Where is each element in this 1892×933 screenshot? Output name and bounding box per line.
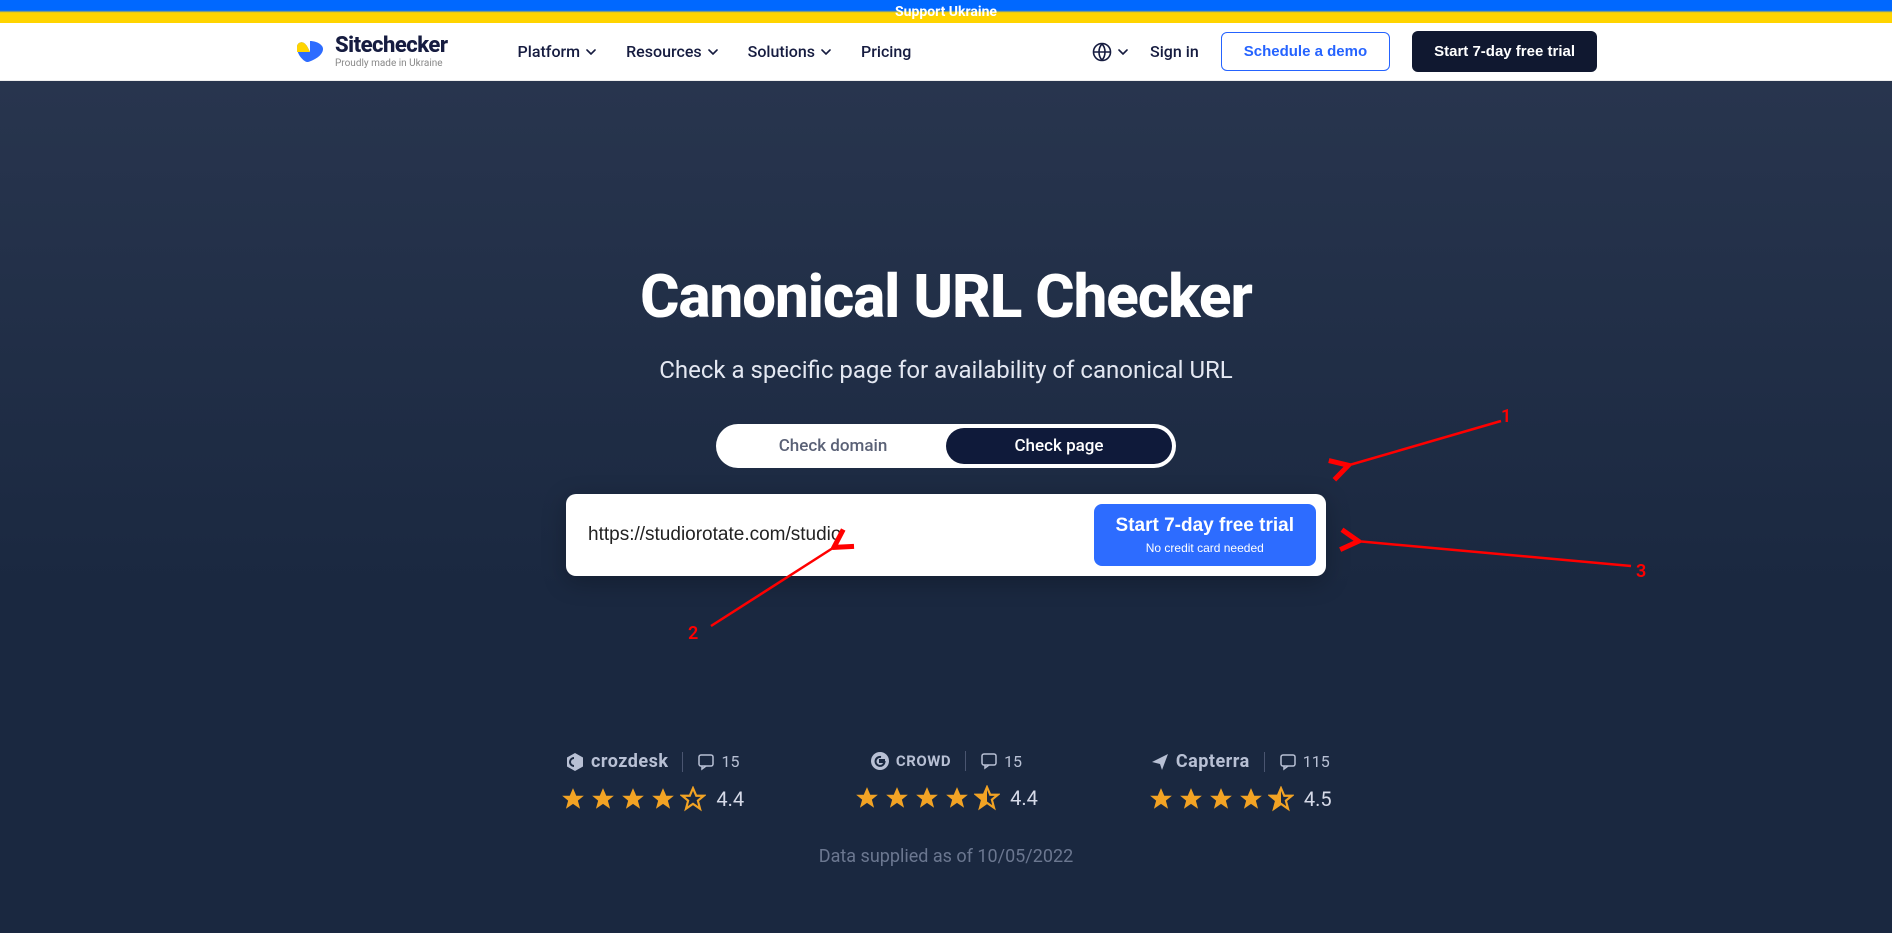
main-header: Sitechecker Proudly made in Ukraine Plat… [0,23,1892,81]
toggle-check-domain[interactable]: Check domain [720,428,946,464]
star-half-icon [1268,786,1294,812]
nav-pricing-label: Pricing [861,42,911,61]
crowd-logo: CROWD [870,751,951,771]
g-icon [870,751,890,771]
schedule-demo-button[interactable]: Schedule a demo [1221,32,1390,71]
start-trial-button[interactable]: Start 7-day free trial [1412,31,1597,72]
star-icon [1238,786,1264,812]
mode-toggle: Check domain Check page [716,424,1176,468]
language-selector[interactable] [1092,42,1128,62]
star-icon [560,786,586,812]
url-input[interactable] [588,524,1080,546]
star-half-icon [974,785,1000,811]
nav-solutions-label: Solutions [748,42,815,61]
start-trial-cta[interactable]: Start 7-day free trial No credit card ne… [1094,504,1316,566]
header-actions: Sign in Schedule a demo Start 7-day free… [1092,31,1597,72]
support-ukraine-banner[interactable]: Support Ukraine [0,0,1892,23]
logo[interactable]: Sitechecker Proudly made in Ukraine [295,35,448,69]
reviews-count: 115 [1279,752,1330,771]
heart-icon [295,41,325,63]
divider [682,752,683,772]
star-icon [650,786,676,812]
stars-capterra: 4.5 [1148,786,1332,812]
nav-platform-label: Platform [518,42,581,61]
star-icon [854,785,880,811]
chat-icon [980,752,998,770]
page-title: Canonical URL Checker [346,261,1546,332]
annotation-label-2: 2 [688,623,698,644]
star-icon [1208,786,1234,812]
annotation-label-3: 3 [1636,561,1646,582]
nav-solutions[interactable]: Solutions [748,42,831,61]
brand-tagline: Proudly made in Ukraine [335,59,448,69]
url-input-box: Start 7-day free trial No credit card ne… [566,494,1326,576]
globe-icon [1092,42,1112,62]
chat-icon [697,753,715,771]
star-icon [590,786,616,812]
nav-platform[interactable]: Platform [518,42,597,61]
crowd-reviews: 15 [1004,752,1022,771]
capterra-name: Capterra [1176,751,1250,772]
cta-sub: No credit card needed [1116,541,1294,557]
cta-title: Start 7-day free trial [1116,514,1294,539]
star-icon [620,786,646,812]
annotation-arrow-3 [1341,531,1661,585]
star-icon [884,785,910,811]
star-icon [914,785,940,811]
toggle-check-page[interactable]: Check page [946,428,1172,464]
stars-crozdesk: 4.4 [560,786,744,812]
annotation-arrow-1 [1326,416,1526,480]
crowd-name: CROWD [896,752,951,770]
annotation-label-1: 1 [1501,406,1511,427]
paper-plane-icon [1150,752,1170,772]
divider [1264,752,1265,772]
chevron-down-icon [708,49,718,55]
ratings-row: crozdesk 15 4.4 [346,751,1546,812]
main-nav: Platform Resources Solutions Pricing [518,42,912,61]
divider [965,751,966,771]
star-icon [1178,786,1204,812]
crozdesk-reviews: 15 [721,752,739,771]
page-subtitle: Check a specific page for availability o… [346,356,1546,384]
crozdesk-name: crozdesk [591,751,668,772]
chat-icon [1279,753,1297,771]
star-icon [944,785,970,811]
chevron-down-icon [1118,49,1128,55]
chevron-down-icon [586,49,596,55]
nav-resources[interactable]: Resources [626,42,718,61]
nav-resources-label: Resources [626,42,702,61]
brand-name: Sitechecker [335,35,448,57]
rating-crowd: CROWD 15 4.4 [854,751,1038,812]
banner-text: Support Ukraine [895,4,997,20]
chevron-down-icon [821,49,831,55]
data-supplied-footnote: Data supplied as of 10/05/2022 [346,846,1546,867]
reviews-count: 15 [980,752,1022,771]
nav-pricing[interactable]: Pricing [861,42,911,61]
capterra-reviews: 115 [1303,752,1330,771]
stars-crowd: 4.4 [854,785,1038,811]
rating-crozdesk: crozdesk 15 4.4 [560,751,744,812]
crowd-score: 4.4 [1010,786,1038,810]
star-outline-icon [680,786,706,812]
capterra-logo: Capterra [1150,751,1250,772]
hexagon-icon [565,752,585,772]
crozdesk-logo: crozdesk [565,751,668,772]
reviews-count: 15 [697,752,739,771]
rating-capterra: Capterra 115 4.5 [1148,751,1332,812]
star-icon [1148,786,1174,812]
crozdesk-score: 4.4 [716,787,744,811]
signin-link[interactable]: Sign in [1150,42,1199,61]
capterra-score: 4.5 [1304,787,1332,811]
hero-section: Canonical URL Checker Check a specific p… [0,81,1892,933]
